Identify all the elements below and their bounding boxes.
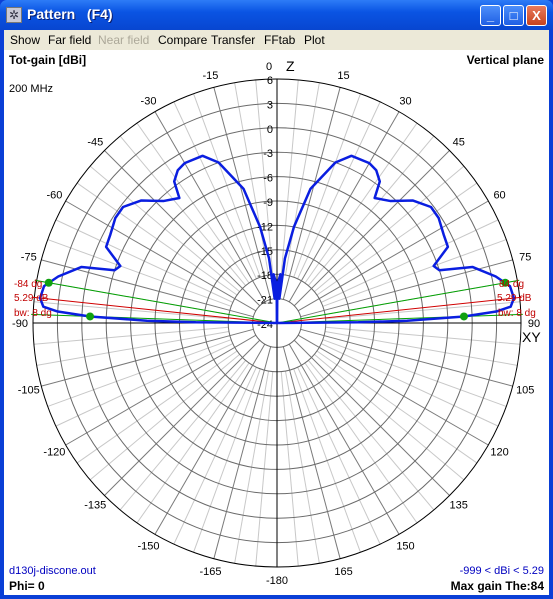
phi-label: Phi= 0	[9, 579, 45, 593]
frequency-label: 200 MHz	[9, 83, 54, 95]
ring-label: 6	[267, 75, 273, 87]
angle-label: 60	[493, 190, 505, 202]
left-gain-marker: 5.29 dB	[14, 293, 49, 304]
angle-label: 75	[519, 251, 531, 263]
angle-label: -180	[266, 575, 288, 587]
angle-label: -45	[87, 136, 103, 148]
angle-label: 120	[490, 447, 508, 459]
ring-label: -9	[263, 197, 273, 209]
angle-label: -30	[141, 95, 157, 107]
ring-label: 3	[267, 99, 273, 111]
angle-label: -60	[46, 190, 62, 202]
angle-label: -135	[84, 500, 106, 512]
angle-label: 45	[453, 136, 465, 148]
major-spoke	[41, 328, 254, 387]
major-spoke	[104, 150, 261, 307]
menu-near-field: Near field	[98, 33, 150, 47]
angle-label: -90	[12, 318, 28, 330]
major-spoke	[213, 87, 272, 300]
ring-label: -3	[263, 148, 273, 160]
menu-plot[interactable]: Plot	[304, 33, 325, 47]
app-icon: ✲	[6, 7, 22, 23]
menu-bar: Show Far field Near field Compare Transf…	[4, 30, 549, 50]
window-title: Pattern (F4)	[27, 6, 113, 22]
menu-transfer[interactable]: Transfer	[211, 33, 255, 47]
angle-label: 0	[266, 61, 272, 73]
pattern-window: ✲ Pattern (F4) _ □ X Show Far field Near…	[0, 0, 553, 599]
ring-label: -6	[263, 173, 273, 185]
gain-label: Tot-gain [dBi]	[9, 53, 87, 67]
angle-label: 150	[396, 541, 414, 553]
major-spoke	[293, 339, 450, 496]
left-bw-marker: bw: 8 dg	[14, 308, 52, 319]
z-axis-label: Z	[286, 58, 295, 74]
angle-label: 30	[399, 95, 411, 107]
angle-label: 15	[337, 70, 349, 82]
angle-label: 135	[450, 500, 468, 512]
major-spoke	[41, 259, 254, 318]
menu-compare[interactable]: Compare	[158, 33, 207, 47]
range-label: -999 < dBi < 5.29	[459, 565, 544, 577]
major-spoke	[293, 150, 450, 307]
menu-show[interactable]: Show	[10, 33, 40, 47]
maximize-button[interactable]: □	[503, 5, 524, 26]
major-spoke	[104, 339, 261, 496]
angle-label: 105	[516, 385, 534, 397]
title-bar[interactable]: ✲ Pattern (F4) _ □ X	[0, 0, 553, 30]
menu-fftab[interactable]: FFtab	[264, 33, 295, 47]
angle-label: -75	[21, 251, 37, 263]
angle-label: -165	[199, 566, 221, 578]
major-spoke	[300, 259, 513, 318]
minimize-button[interactable]: _	[480, 5, 501, 26]
angle-label: 165	[334, 566, 352, 578]
polar-chart: 630-3-6-9-12-15-18-21-240153045607590105…	[12, 61, 540, 587]
left-angle-marker: -84 dg	[14, 279, 43, 290]
max-gain-label: Max gain The:84	[450, 579, 544, 593]
right-angle-marker: 84 dg	[499, 279, 525, 290]
angle-label: -105	[18, 385, 40, 397]
plane-label: Vertical plane	[466, 53, 544, 67]
major-spoke	[300, 328, 513, 387]
ring-label: -21	[257, 295, 273, 307]
menu-far-field[interactable]: Far field	[48, 33, 91, 47]
beamwidth-point	[86, 312, 95, 321]
file-label: d130j-discone.out	[9, 565, 96, 577]
beamwidth-point	[44, 278, 53, 287]
close-button[interactable]: X	[526, 5, 547, 26]
beamwidth-point	[459, 312, 468, 321]
right-bw-marker: bw: 8 dg	[498, 308, 536, 319]
major-spoke	[213, 346, 272, 559]
major-spoke	[282, 346, 341, 559]
major-spoke	[282, 87, 341, 300]
plot-area: 6 3 0 -3 -6 -9 -12 -15 -18 -21 -24 0 15 30 45 60 75 90 105…	[4, 50, 549, 595]
ring-label: 0	[267, 124, 273, 136]
angle-label: -120	[43, 447, 65, 459]
right-gain-marker: 5.29 dB	[497, 293, 532, 304]
angle-label: -15	[203, 70, 219, 82]
angle-label: -150	[137, 541, 159, 553]
xy-axis-label: XY	[522, 329, 541, 345]
